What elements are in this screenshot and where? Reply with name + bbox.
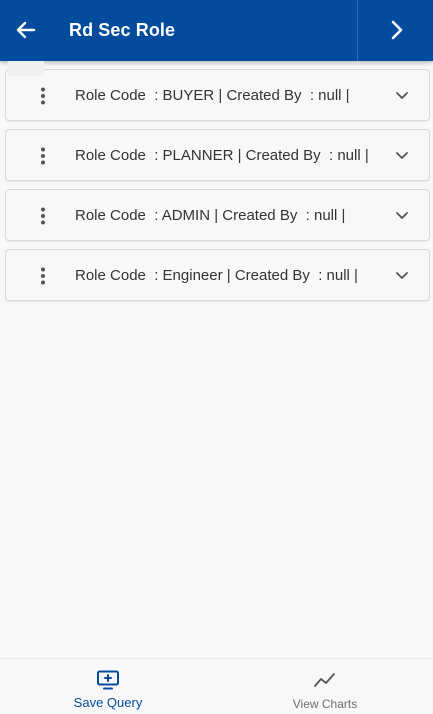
role-summary: Role Code : Engineer | Created By : null… (75, 267, 358, 284)
role-card[interactable]: Role Code : PLANNER | Created By : null … (5, 129, 430, 181)
save-query-button[interactable]: Save Query (0, 659, 216, 714)
view-charts-button[interactable]: View Charts (217, 659, 433, 714)
header-tab-notch (8, 61, 44, 76)
arrow-left-icon (16, 21, 36, 39)
chevron-down-icon[interactable] (391, 205, 413, 227)
role-summary: Role Code : ADMIN | Created By : null | (75, 207, 346, 224)
back-button[interactable] (6, 10, 46, 50)
role-card[interactable]: Role Code : BUYER | Created By : null | (5, 69, 430, 121)
more-vertical-icon[interactable] (32, 265, 54, 287)
chevron-down-icon[interactable] (391, 265, 413, 287)
next-button[interactable] (377, 10, 417, 50)
chevron-down-icon[interactable] (391, 145, 413, 167)
chevron-down-icon[interactable] (391, 85, 413, 107)
line-chart-icon (313, 669, 337, 691)
monitor-plus-icon (96, 669, 120, 691)
role-card[interactable]: Role Code : ADMIN | Created By : null | (5, 189, 430, 241)
more-vertical-icon[interactable] (32, 85, 54, 107)
more-vertical-icon[interactable] (32, 205, 54, 227)
role-summary: Role Code : PLANNER | Created By : null … (75, 147, 369, 164)
app-screen: Rd Sec Role Role Code : BUYER | Created … (0, 0, 433, 714)
save-query-label: Save Query (73, 695, 143, 710)
chevron-right-icon (391, 20, 403, 40)
role-list: Role Code : BUYER | Created By : null | … (5, 69, 430, 309)
page-title: Rd Sec Role (69, 20, 176, 40)
header-divider (357, 0, 358, 61)
role-summary: Role Code : BUYER | Created By : null | (75, 87, 350, 104)
view-charts-label: View Charts (292, 697, 358, 711)
app-header: Rd Sec Role (0, 0, 433, 61)
role-card[interactable]: Role Code : Engineer | Created By : null… (5, 249, 430, 301)
more-vertical-icon[interactable] (32, 145, 54, 167)
bottom-nav-bar: Save Query View Charts (0, 658, 433, 714)
